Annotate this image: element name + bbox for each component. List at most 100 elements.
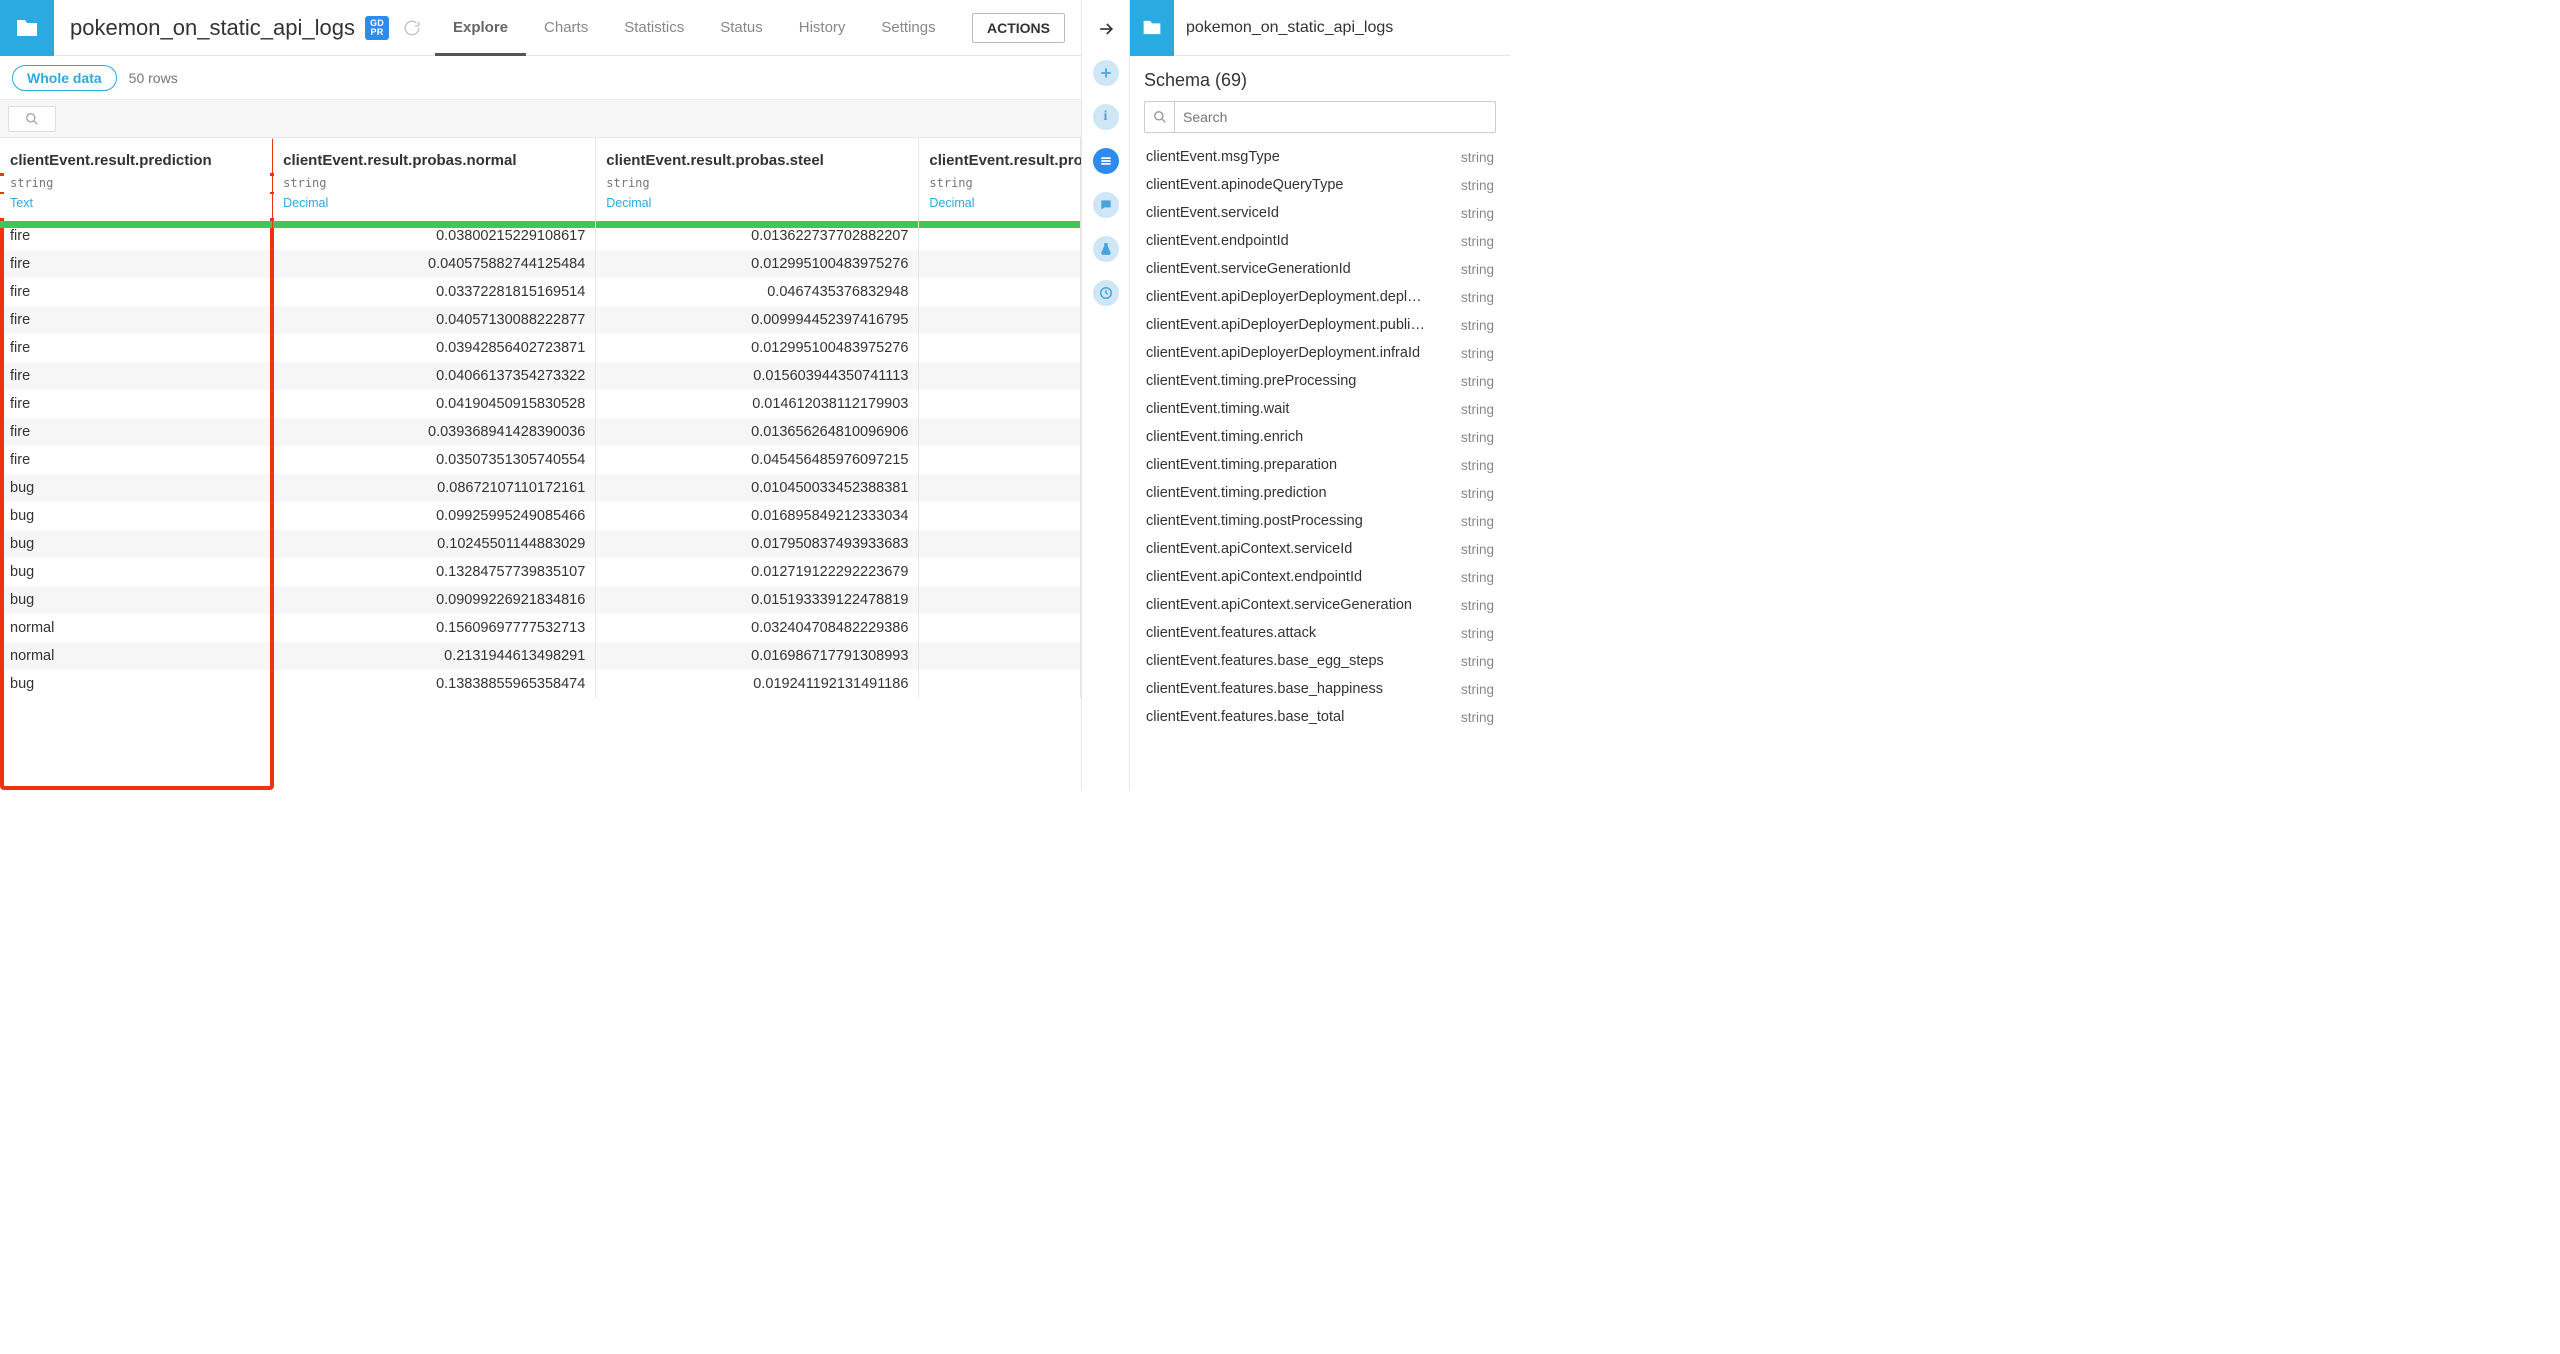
table-row[interactable]: bug0.132847577398351070.0127191222922236… [0, 558, 1081, 586]
schema-field-type: string [1461, 654, 1494, 669]
schema-field[interactable]: clientEvent.features.base_totalstring [1144, 703, 1496, 731]
col-meaning[interactable]: Decimal [273, 194, 596, 219]
clock-icon[interactable] [1093, 280, 1119, 306]
schema-field[interactable]: clientEvent.apiContext.serviceIdstring [1144, 535, 1496, 563]
tab-settings[interactable]: Settings [863, 0, 953, 56]
col-storage: string [596, 176, 919, 192]
table-row[interactable]: bug0.138388559653584740.0192411921314911… [0, 670, 1081, 698]
col-meaning[interactable]: Decimal [596, 194, 919, 219]
col-storage: string [273, 176, 596, 192]
flask-icon[interactable] [1093, 236, 1119, 262]
col-meaning[interactable]: Decimal [919, 194, 1081, 219]
tab-statistics[interactable]: Statistics [606, 0, 702, 56]
table-row[interactable]: bug0.086721071101721610.0104500334523883… [0, 474, 1081, 502]
schema-panel: pokemon_on_static_api_logs Schema (69) c… [1130, 0, 1510, 790]
table-cell: 0.012995100483975276 [596, 250, 919, 278]
table-row[interactable]: normal0.156096977775327130.0324047084822… [0, 614, 1081, 642]
col-header[interactable]: clientEvent.result.probas.steel [596, 138, 919, 173]
tab-explore[interactable]: Explore [435, 0, 526, 56]
table-row[interactable]: fire0.039428564027238710.012995100483975… [0, 334, 1081, 362]
app-logo[interactable] [0, 0, 54, 56]
table-cell [919, 334, 1081, 362]
schema-field[interactable]: clientEvent.serviceIdstring [1144, 199, 1496, 227]
table-row[interactable]: bug0.090992269218348160.0151933391224788… [0, 586, 1081, 614]
schema-field-type: string [1461, 458, 1494, 473]
schema-field-type: string [1461, 150, 1494, 165]
schema-field[interactable]: clientEvent.timing.enrichstring [1144, 423, 1496, 451]
search-icon [1145, 102, 1175, 132]
table-row[interactable]: fire0.040661373542733220.015603944350741… [0, 362, 1081, 390]
schema-field-name: clientEvent.features.base_egg_steps [1146, 653, 1384, 669]
table-cell: fire [0, 446, 273, 474]
schema-field-type: string [1461, 402, 1494, 417]
schema-field[interactable]: clientEvent.timing.preProcessingstring [1144, 367, 1496, 395]
nav-tabs: Explore Charts Statistics Status History… [435, 0, 972, 56]
list-icon[interactable] [1093, 148, 1119, 174]
schema-field-name: clientEvent.apinodeQueryType [1146, 177, 1344, 193]
col-header[interactable]: clientEvent.result.pro [919, 138, 1081, 173]
table-row[interactable]: bug0.102455011448830290.0179508374939336… [0, 530, 1081, 558]
schema-field[interactable]: clientEvent.timing.preparationstring [1144, 451, 1496, 479]
schema-field[interactable]: clientEvent.apiDeployerDeployment.publis… [1144, 311, 1496, 339]
table-cell: 0.032404708482229386 [596, 614, 919, 642]
plus-icon[interactable] [1093, 60, 1119, 86]
schema-search-input[interactable] [1175, 109, 1495, 125]
panel-logo[interactable] [1130, 0, 1174, 56]
schema-field[interactable]: clientEvent.timing.predictionstring [1144, 479, 1496, 507]
table-cell [919, 614, 1081, 642]
table-row[interactable]: bug0.099259952490854660.0168958492123330… [0, 502, 1081, 530]
table-cell: 0.017950837493933683 [596, 530, 919, 558]
schema-field-name: clientEvent.apiDeployerDeployment.publis… [1146, 317, 1426, 333]
schema-field[interactable]: clientEvent.apiDeployerDeployment.infraI… [1144, 339, 1496, 367]
schema-field[interactable]: clientEvent.features.base_happinessstrin… [1144, 675, 1496, 703]
table-cell: fire [0, 418, 273, 446]
scope-pill[interactable]: Whole data [12, 65, 117, 91]
table-row[interactable]: fire0.033722818151695140.046743537683294… [0, 278, 1081, 306]
table-row[interactable]: fire0.041904509158305280.014612038112179… [0, 390, 1081, 418]
schema-field-name: clientEvent.apiContext.endpointId [1146, 569, 1362, 585]
tab-charts[interactable]: Charts [526, 0, 606, 56]
refresh-icon[interactable] [403, 19, 421, 37]
table-cell: bug [0, 670, 273, 698]
schema-field[interactable]: clientEvent.apiContext.serviceGeneration… [1144, 591, 1496, 619]
schema-field[interactable]: clientEvent.apinodeQueryTypestring [1144, 171, 1496, 199]
col-meaning[interactable]: Text [0, 194, 273, 219]
table-row[interactable]: fire0.0393689414283900360.01365626481009… [0, 418, 1081, 446]
table-row[interactable]: fire0.035073513057405540.045456485976097… [0, 446, 1081, 474]
info-icon[interactable]: i [1093, 104, 1119, 130]
schema-field[interactable]: clientEvent.timing.postProcessingstring [1144, 507, 1496, 535]
chat-icon[interactable] [1093, 192, 1119, 218]
schema-field-type: string [1461, 514, 1494, 529]
table-cell: 0.016895849212333034 [596, 502, 919, 530]
schema-field[interactable]: clientEvent.timing.waitstring [1144, 395, 1496, 423]
schema-field[interactable]: clientEvent.endpointIdstring [1144, 227, 1496, 255]
schema-field[interactable]: clientEvent.apiDeployerDeployment.deplo…… [1144, 283, 1496, 311]
schema-search[interactable] [1144, 101, 1496, 133]
topbar: pokemon_on_static_api_logs GD PR Explore… [0, 0, 1081, 56]
col-header[interactable]: clientEvent.result.probas.normal [273, 138, 596, 173]
schema-field[interactable]: clientEvent.msgTypestring [1144, 143, 1496, 171]
table-row[interactable]: fire0.0405758827441254840.01299510048397… [0, 250, 1081, 278]
table-cell [919, 586, 1081, 614]
table-row[interactable]: fire0.040571300882228770.009994452397416… [0, 306, 1081, 334]
schema-field-type: string [1461, 318, 1494, 333]
table-cell: normal [0, 614, 273, 642]
schema-field[interactable]: clientEvent.apiContext.endpointIdstring [1144, 563, 1496, 591]
table-row[interactable]: normal0.21319446134982910.01698671779130… [0, 642, 1081, 670]
table-cell: 0.03942856402723871 [273, 334, 596, 362]
tab-history[interactable]: History [781, 0, 864, 56]
actions-button[interactable]: ACTIONS [972, 13, 1065, 43]
filter-search[interactable] [8, 106, 56, 132]
gdpr-badge[interactable]: GD PR [365, 16, 389, 40]
schema-field[interactable]: clientEvent.features.base_egg_steps strin… [1144, 647, 1496, 675]
tab-status[interactable]: Status [702, 0, 781, 56]
schema-field[interactable]: clientEvent.features.attackstring [1144, 619, 1496, 647]
col-header[interactable]: clientEvent.result.prediction [0, 138, 273, 173]
schema-field-name: clientEvent.features.base_total [1146, 709, 1344, 725]
arrow-right-icon[interactable] [1093, 16, 1119, 42]
schema-field[interactable]: clientEvent.serviceGenerationIdstring [1144, 255, 1496, 283]
table-cell: 0.03507351305740554 [273, 446, 596, 474]
schema-field-name: clientEvent.features.base_happiness [1146, 681, 1383, 697]
table-cell: bug [0, 502, 273, 530]
table-cell: fire [0, 362, 273, 390]
